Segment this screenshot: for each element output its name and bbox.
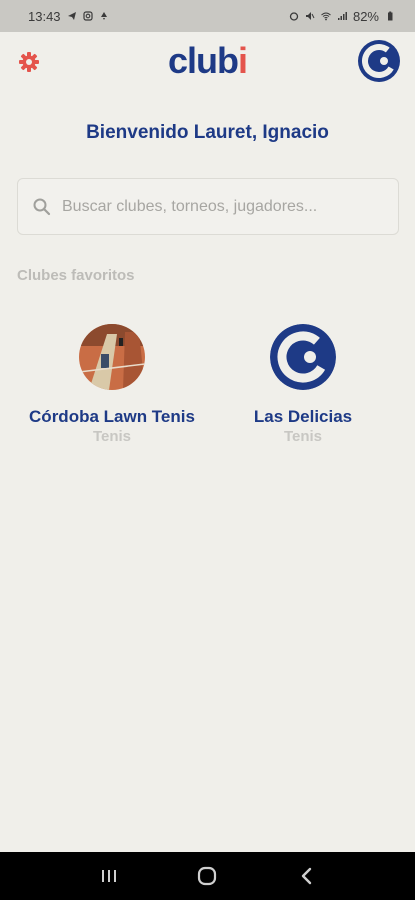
app-header: clubi bbox=[0, 32, 415, 94]
logo-main: club bbox=[167, 40, 239, 81]
status-bar: 13:43 82% bbox=[0, 0, 415, 32]
club-name: Córdoba Lawn Tenis bbox=[29, 407, 195, 426]
battery-percent: 82% bbox=[352, 8, 379, 24]
home-icon bbox=[198, 866, 217, 886]
logo-accent: i bbox=[238, 40, 248, 81]
search-bar[interactable] bbox=[17, 178, 399, 235]
club-photo-icon bbox=[79, 324, 145, 390]
search-input[interactable] bbox=[62, 197, 382, 216]
clubi-logo-icon bbox=[270, 324, 336, 390]
back-button[interactable] bbox=[291, 861, 321, 891]
back-icon bbox=[301, 867, 312, 885]
wifi-icon bbox=[321, 11, 331, 21]
alarm-icon bbox=[289, 11, 299, 21]
screen: 13:43 82% clubi Bienvenido Lauret, Ignac… bbox=[0, 0, 415, 900]
status-time: 13:43 bbox=[28, 8, 61, 24]
club-avatar bbox=[270, 324, 336, 390]
home-button[interactable] bbox=[192, 861, 222, 891]
search-icon bbox=[33, 198, 51, 215]
club-card-las-delicias[interactable]: Las Delicias Tenis bbox=[203, 324, 403, 447]
recent-apps-button[interactable] bbox=[94, 861, 124, 891]
system-nav-bar bbox=[0, 852, 415, 900]
club-sport: Tenis bbox=[283, 428, 323, 445]
club-name: Las Delicias bbox=[253, 407, 353, 426]
club-card-cordoba-lawn-tenis[interactable]: Córdoba Lawn Tenis Tenis bbox=[12, 324, 212, 447]
welcome-title: Bienvenido Lauret, Ignacio bbox=[86, 122, 329, 143]
favorite-clubs-list: Córdoba Lawn Tenis Tenis Las Delicias Te… bbox=[0, 324, 415, 484]
club-sport: Tenis bbox=[92, 428, 132, 445]
clubi-logo-icon bbox=[358, 40, 400, 82]
app-logo: clubi bbox=[0, 40, 415, 82]
mute-icon bbox=[305, 11, 315, 21]
favorites-section-title: Clubes favoritos bbox=[17, 267, 135, 284]
instagram-icon bbox=[82, 11, 93, 21]
telegram-icon bbox=[67, 11, 77, 21]
signal-icon bbox=[337, 11, 347, 21]
recent-apps-icon bbox=[102, 870, 117, 882]
status-right: 82% bbox=[289, 9, 395, 24]
notification-icon bbox=[99, 11, 109, 21]
status-left: 13:43 bbox=[28, 9, 109, 24]
battery-icon bbox=[385, 11, 395, 21]
club-avatar bbox=[79, 324, 145, 390]
brand-logo-button[interactable] bbox=[358, 40, 400, 82]
